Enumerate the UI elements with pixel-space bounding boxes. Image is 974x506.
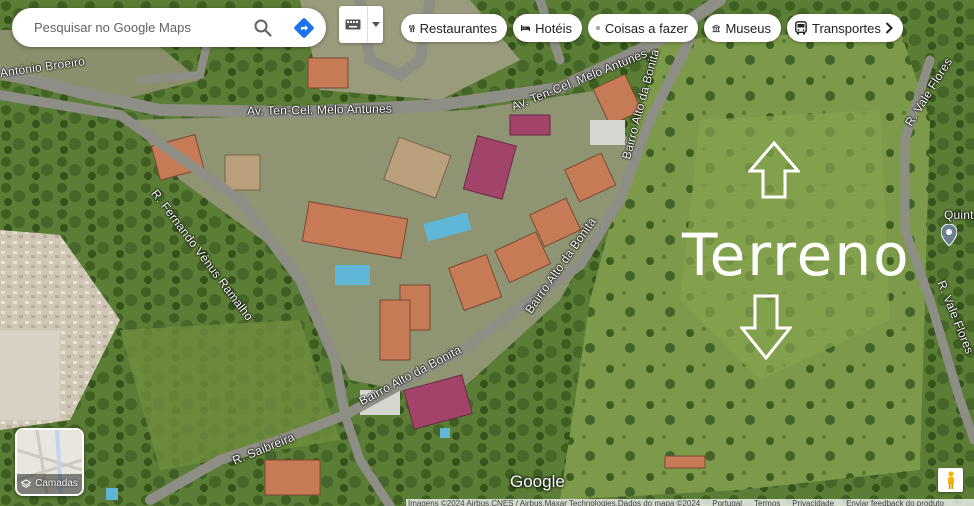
chip-museus[interactable]: Museus (704, 14, 781, 42)
chip-label: Hotéis (535, 20, 572, 36)
arrow-up-icon (748, 141, 800, 199)
search-button[interactable] (250, 15, 276, 41)
bed-icon (521, 24, 531, 32)
chip-hoteis[interactable]: Hotéis (513, 14, 582, 42)
bus-icon (795, 21, 807, 35)
keyboard-button[interactable] (339, 19, 367, 30)
annotation-terreno: Terreno (682, 221, 911, 289)
chip-label: Restaurantes (419, 20, 497, 36)
arrow-down-icon (740, 294, 792, 360)
fork-knife-icon (409, 24, 415, 32)
layers-label: Camadas (35, 478, 78, 489)
terms-link[interactable]: Termos (754, 499, 780, 506)
directions-icon (294, 18, 314, 38)
street-view-pegman[interactable] (938, 468, 963, 492)
chip-label: Museus (725, 20, 771, 36)
keyboard-icon (345, 19, 361, 30)
chip-restaurantes[interactable]: Restaurantes (401, 14, 507, 42)
place-pin-icon[interactable] (941, 224, 957, 246)
input-tools[interactable] (339, 6, 383, 43)
search-input[interactable] (32, 19, 236, 36)
input-tools-dropdown[interactable] (368, 22, 383, 27)
search-icon (254, 19, 272, 37)
chip-label: Transportes (812, 20, 881, 36)
imagery-attribution: Imagens ©2024 Airbus,CNES / Airbus,Maxar… (408, 499, 701, 506)
attribution-bar: Imagens ©2024 Airbus,CNES / Airbus,Maxar… (406, 499, 974, 506)
google-logo: Google (510, 472, 565, 491)
chip-coisas-a-fazer[interactable]: Coisas a fazer (588, 14, 698, 42)
caret-down-icon (371, 22, 380, 27)
street-label-melo-antunes: Av. Ten-Cel. Melo Antunes (246, 101, 393, 118)
chips-next-button[interactable] (876, 14, 902, 42)
country-link[interactable]: Portugal (712, 499, 742, 506)
search-box (12, 8, 326, 47)
camera-icon (596, 26, 600, 30)
layers-icon (21, 478, 32, 488)
layers-label-row: Camadas (17, 478, 82, 489)
layers-button[interactable]: Camadas (15, 428, 84, 496)
feedback-link[interactable]: Enviar feedback do produto (846, 499, 944, 506)
chevron-right-icon (885, 22, 893, 34)
museum-icon (712, 24, 721, 32)
chip-label: Coisas a fazer (604, 20, 688, 36)
directions-button[interactable] (291, 15, 317, 41)
pegman-icon (947, 471, 954, 489)
privacy-link[interactable]: Privacidade (792, 499, 834, 506)
place-label-quinta: Quinta (944, 208, 974, 222)
